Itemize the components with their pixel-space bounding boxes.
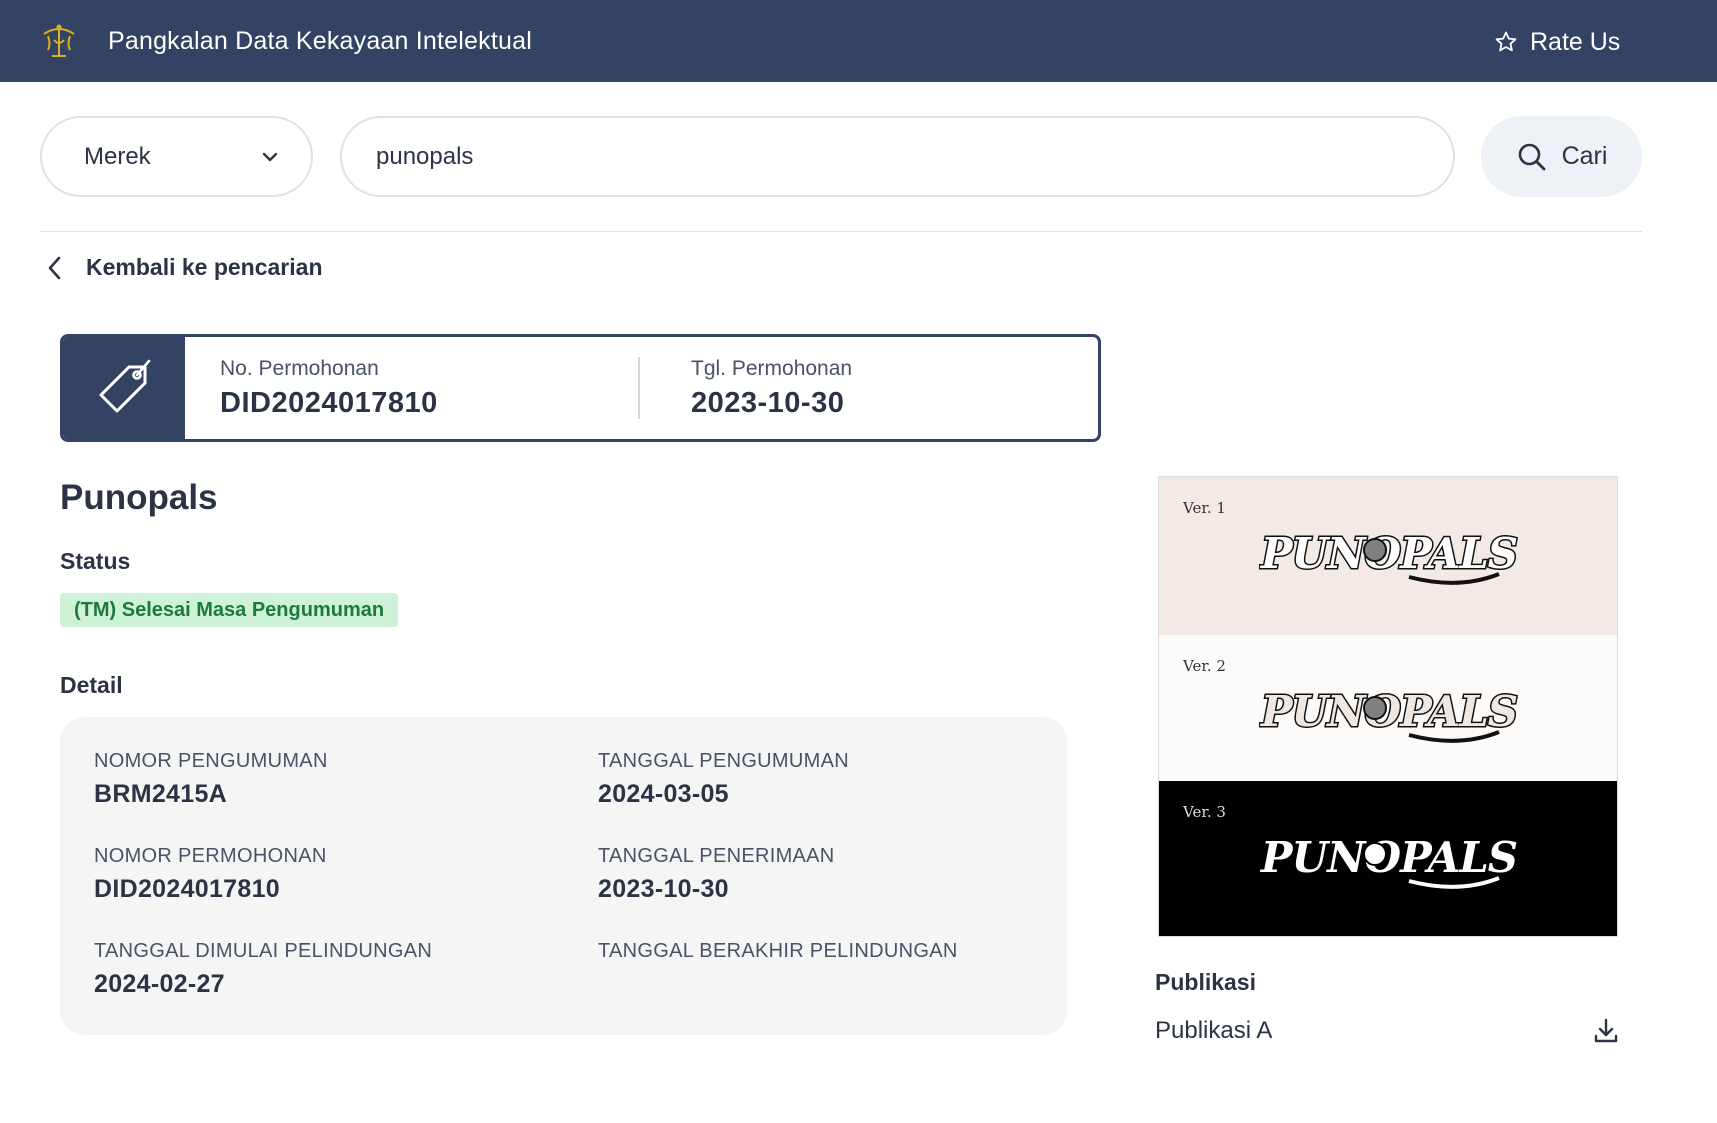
detail-heading: Detail <box>60 672 123 698</box>
detail-label: TANGGAL BERAKHIR PELINDUNGAN <box>598 940 958 962</box>
detail-label: TANGGAL PENGUMUMAN <box>598 750 849 772</box>
svg-text:PUNOPALS: PUNOPALS <box>1260 529 1517 578</box>
application-number-value: DID2024017810 <box>220 387 438 419</box>
chevron-down-icon <box>262 152 278 162</box>
application-date: Tgl. Permohonan 2023-10-30 <box>691 357 852 420</box>
search-input[interactable] <box>340 116 1455 197</box>
application-date-value: 2023-10-30 <box>691 387 845 419</box>
logo-version-2: Ver. 2 PUNOPALS <box>1159 635 1617 781</box>
detail-value: 2024-03-05 <box>598 780 729 808</box>
detail-item-tanggal-penerimaan: TANGGAL PENERIMAAN 2023-10-30 <box>598 845 835 904</box>
status-heading: Status <box>60 548 131 574</box>
emblem-icon[interactable] <box>40 22 78 60</box>
detail-label: NOMOR PENGUMUMAN <box>94 750 328 772</box>
svg-text:PUNOPALS: PUNOPALS <box>1260 833 1517 882</box>
detail-card: NOMOR PENGUMUMAN BRM2415A TANGGAL PENGUM… <box>60 717 1067 1035</box>
top-navbar: Pangkalan Data Kekayaan Intelektual Rate… <box>0 0 1717 82</box>
category-select[interactable]: Merek <box>40 116 313 197</box>
detail-item-nomor-pengumuman: NOMOR PENGUMUMAN BRM2415A <box>94 750 328 809</box>
detail-label: NOMOR PERMOHONAN <box>94 845 327 867</box>
publikasi-item: Publikasi A <box>1155 1015 1620 1047</box>
back-link-label: Kembali ke pencarian <box>86 254 323 280</box>
detail-label: TANGGAL PENERIMAAN <box>598 845 835 867</box>
application-number-label: No. Permohonan <box>220 357 379 380</box>
logo-version-1: Ver. 1 PUNOPALS <box>1159 477 1617 635</box>
category-select-value: Merek <box>84 142 151 170</box>
punopals-wordmark: PUNOPALS <box>1259 686 1519 743</box>
download-icon[interactable] <box>1592 1017 1620 1045</box>
rate-us-label: Rate Us <box>1530 27 1621 56</box>
detail-item-tanggal-dimulai-pelindungan: TANGGAL DIMULAI PELINDUNGAN 2024-02-27 <box>94 940 432 999</box>
detail-item-tanggal-berakhir-pelindungan: TANGGAL BERAKHIR PELINDUNGAN <box>598 940 958 970</box>
detail-item-tanggal-pengumuman: TANGGAL PENGUMUMAN 2024-03-05 <box>598 750 849 809</box>
logo-version-3: Ver. 3 PUNOPALS <box>1159 781 1617 936</box>
version-label: Ver. 1 <box>1183 499 1226 517</box>
version-label: Ver. 2 <box>1183 657 1226 675</box>
detail-value: BRM2415A <box>94 780 228 808</box>
detail-value: 2024-02-27 <box>94 970 225 998</box>
publikasi-item-label: Publikasi A <box>1155 1017 1273 1044</box>
application-date-label: Tgl. Permohonan <box>691 357 853 380</box>
detail-label: TANGGAL DIMULAI PELINDUNGAN <box>94 940 433 962</box>
detail-value: 2023-10-30 <box>598 875 729 903</box>
application-icon-box <box>63 337 185 439</box>
application-card: No. Permohonan DID2024017810 Tgl. Permoh… <box>60 334 1101 442</box>
trademark-image[interactable]: Ver. 1 PUNOPALS Ver. 2 PUNOPALS Ver. 3 P… <box>1158 476 1618 937</box>
detail-item-nomor-permohonan: NOMOR PERMOHONAN DID2024017810 <box>94 845 327 904</box>
rate-us-button[interactable]: Rate Us <box>1494 24 1620 60</box>
search-button-label: Cari <box>1561 142 1608 170</box>
star-icon <box>1495 31 1517 52</box>
mark-title: Punopals <box>60 478 218 517</box>
app-title[interactable]: Pangkalan Data Kekayaan Intelektual <box>108 27 532 56</box>
price-tag-icon <box>99 359 151 413</box>
status-badge: (TM) Selesai Masa Pengumuman <box>60 593 399 627</box>
back-to-search-link[interactable]: Kembali ke pencarian <box>46 254 323 281</box>
search-button[interactable]: Cari <box>1481 116 1642 197</box>
search-icon <box>1518 143 1545 170</box>
detail-value: DID2024017810 <box>94 875 280 903</box>
vertical-divider <box>638 357 640 419</box>
application-number: No. Permohonan DID2024017810 <box>220 357 438 420</box>
punopals-wordmark: PUNOPALS <box>1259 528 1519 585</box>
publikasi-heading: Publikasi <box>1155 969 1256 995</box>
divider <box>40 231 1642 232</box>
punopals-wordmark: PUNOPALS <box>1259 832 1519 889</box>
chevron-left-icon <box>48 256 61 279</box>
version-label: Ver. 3 <box>1183 803 1226 821</box>
svg-text:PUNOPALS: PUNOPALS <box>1260 687 1517 736</box>
